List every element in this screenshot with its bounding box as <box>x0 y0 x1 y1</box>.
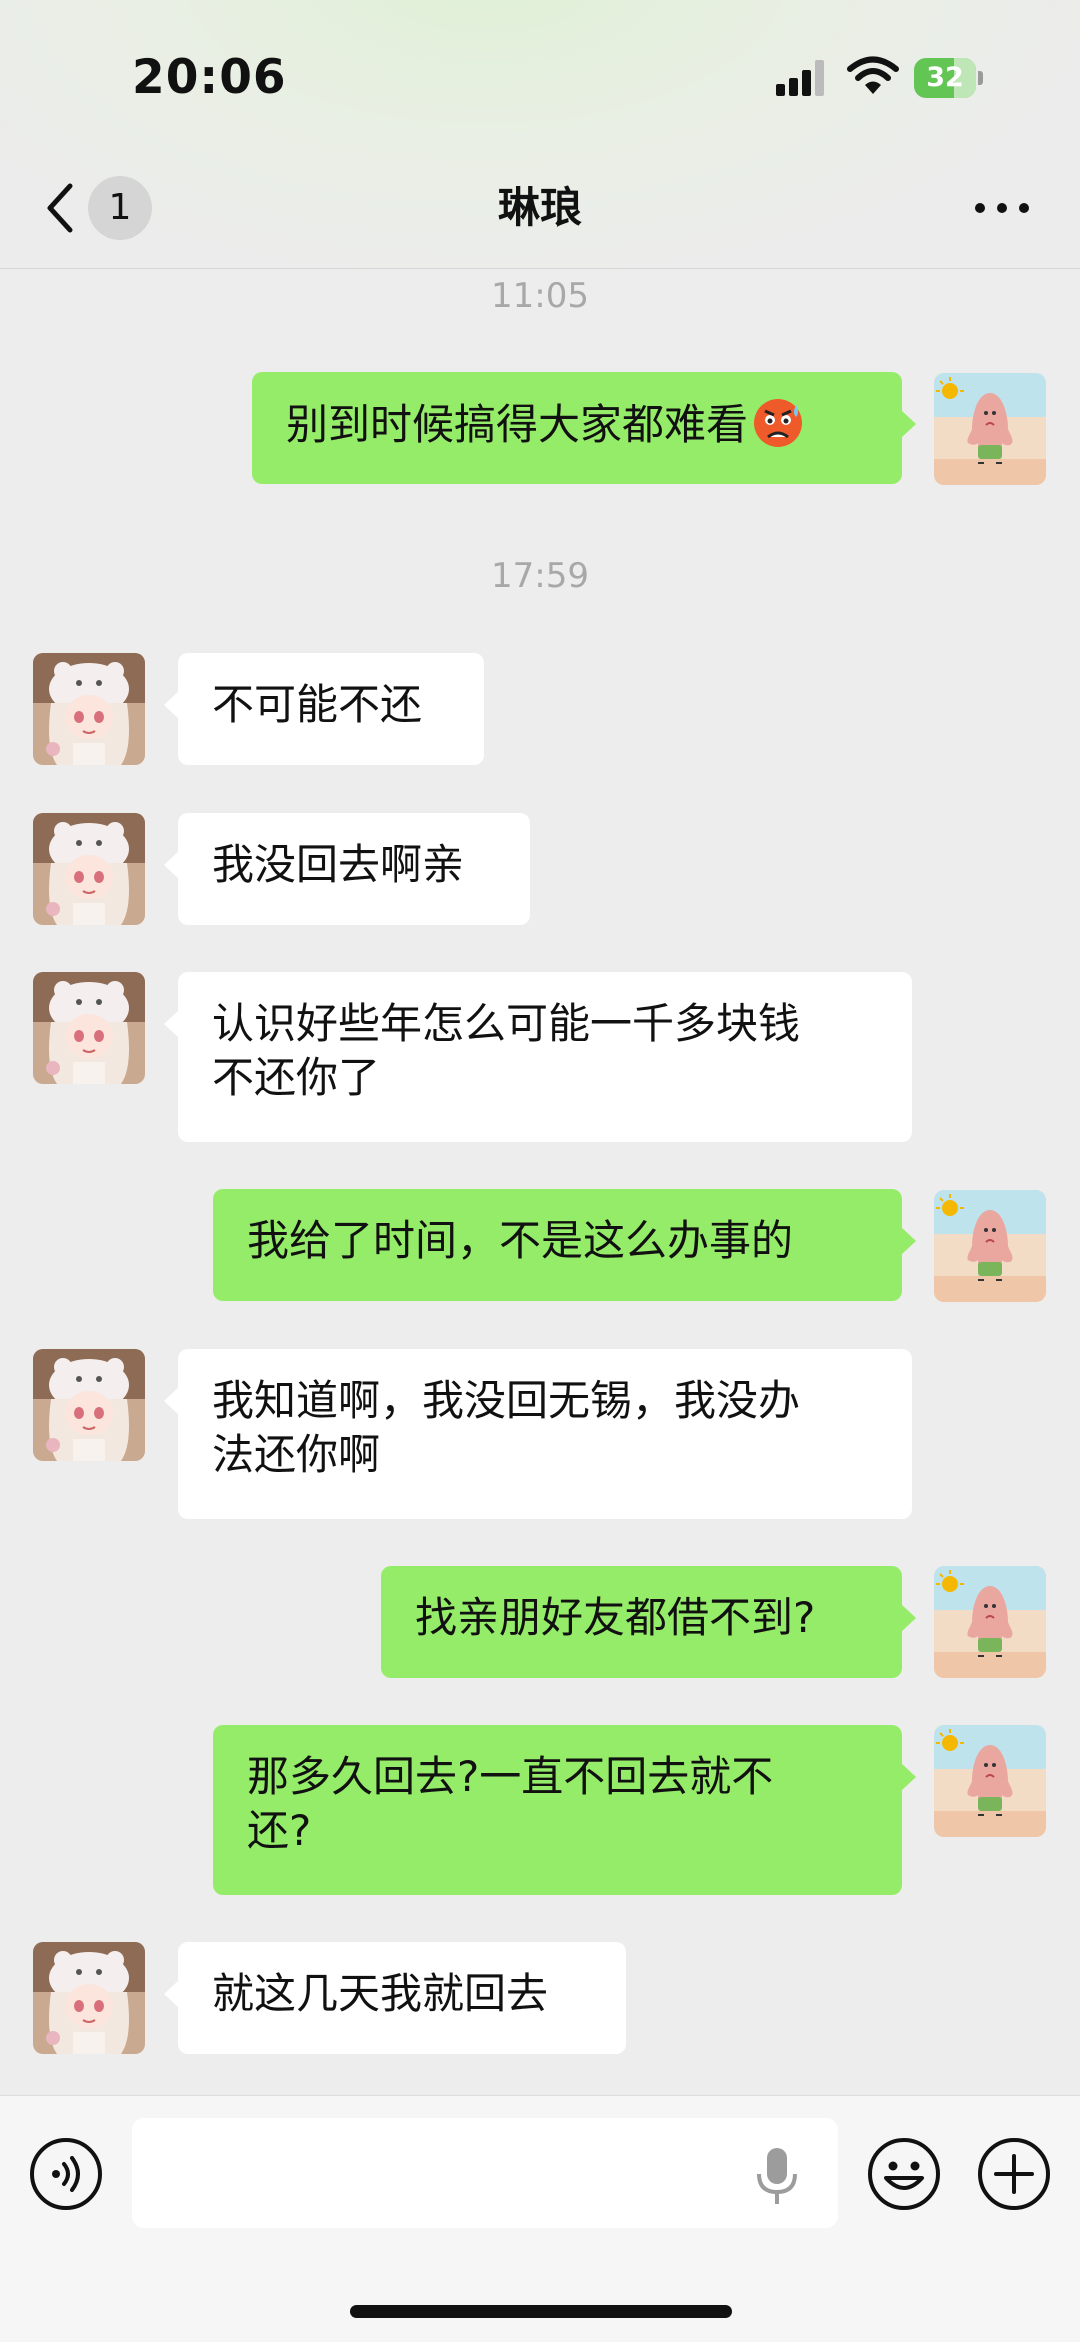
incoming-message[interactable]: 就这几天我就回去 <box>164 1942 626 2054</box>
voice-mode-icon[interactable] <box>28 2136 104 2212</box>
my-avatar[interactable] <box>934 1190 1046 1302</box>
microphone-icon[interactable] <box>754 2146 800 2206</box>
my-avatar[interactable] <box>934 1725 1046 1837</box>
my-avatar[interactable] <box>934 1566 1046 1678</box>
message-input[interactable] <box>132 2118 838 2228</box>
outgoing-message[interactable]: 别到时候搞得大家都难看 <box>252 372 916 484</box>
timestamp: 17:59 <box>491 556 589 596</box>
anxious-sweat-emoji-icon <box>754 399 803 447</box>
wifi-icon <box>847 56 899 94</box>
home-indicator[interactable] <box>350 2305 732 2318</box>
message-text: 别到时候搞得大家都难看 <box>286 400 749 449</box>
message-text-line: 还? <box>247 1806 312 1855</box>
contact-avatar[interactable] <box>33 813 145 925</box>
outgoing-message[interactable]: 我给了时间，不是这么办事的 <box>213 1189 916 1301</box>
message-text: 我给了时间，不是这么办事的 <box>247 1216 794 1265</box>
more-dots-icon[interactable] <box>972 196 1032 220</box>
outgoing-message[interactable]: 找亲朋好友都借不到? <box>381 1566 916 1678</box>
contact-avatar[interactable] <box>33 972 145 1084</box>
signal-icon <box>776 60 824 96</box>
timestamp: 11:05 <box>491 276 589 316</box>
message-text: 找亲朋好友都借不到? <box>415 1593 816 1642</box>
contact-avatar[interactable] <box>33 1349 145 1461</box>
battery-level: 32 <box>926 62 964 93</box>
chat-title: 琳琅 <box>497 183 582 232</box>
incoming-message[interactable]: 认识好些年怎么可能一千多块钱 不还你了 <box>164 972 912 1142</box>
incoming-message[interactable]: 我没回去啊亲 <box>164 813 530 925</box>
incoming-message[interactable]: 不可能不还 <box>164 653 484 765</box>
top-bar: 20:06 32 1 琳琅 <box>0 0 1080 269</box>
message-text: 不可能不还 <box>212 680 423 729</box>
contact-avatar[interactable] <box>33 653 145 765</box>
status-time: 20:06 <box>132 50 287 105</box>
battery-icon: 32 <box>914 58 984 98</box>
message-text-line: 认识好些年怎么可能一千多块钱 <box>212 999 801 1048</box>
message-text-line: 那多久回去?一直不回去就不 <box>247 1752 774 1801</box>
outgoing-message[interactable]: 那多久回去?一直不回去就不 还? <box>213 1725 916 1895</box>
contact-avatar[interactable] <box>33 1942 145 2054</box>
message-text: 就这几天我就回去 <box>212 1969 549 2018</box>
message-text-line: 法还你啊 <box>212 1430 381 1479</box>
emoji-face-icon[interactable] <box>866 2136 942 2212</box>
plus-circle-icon[interactable] <box>976 2136 1052 2212</box>
my-avatar[interactable] <box>934 373 1046 485</box>
message-text-line: 我知道啊，我没回无锡，我没办 <box>212 1376 801 1425</box>
message-text-line: 不还你了 <box>212 1053 381 1102</box>
incoming-message[interactable]: 我知道啊，我没回无锡，我没办 法还你啊 <box>164 1349 912 1519</box>
message-text: 我没回去啊亲 <box>212 840 465 889</box>
